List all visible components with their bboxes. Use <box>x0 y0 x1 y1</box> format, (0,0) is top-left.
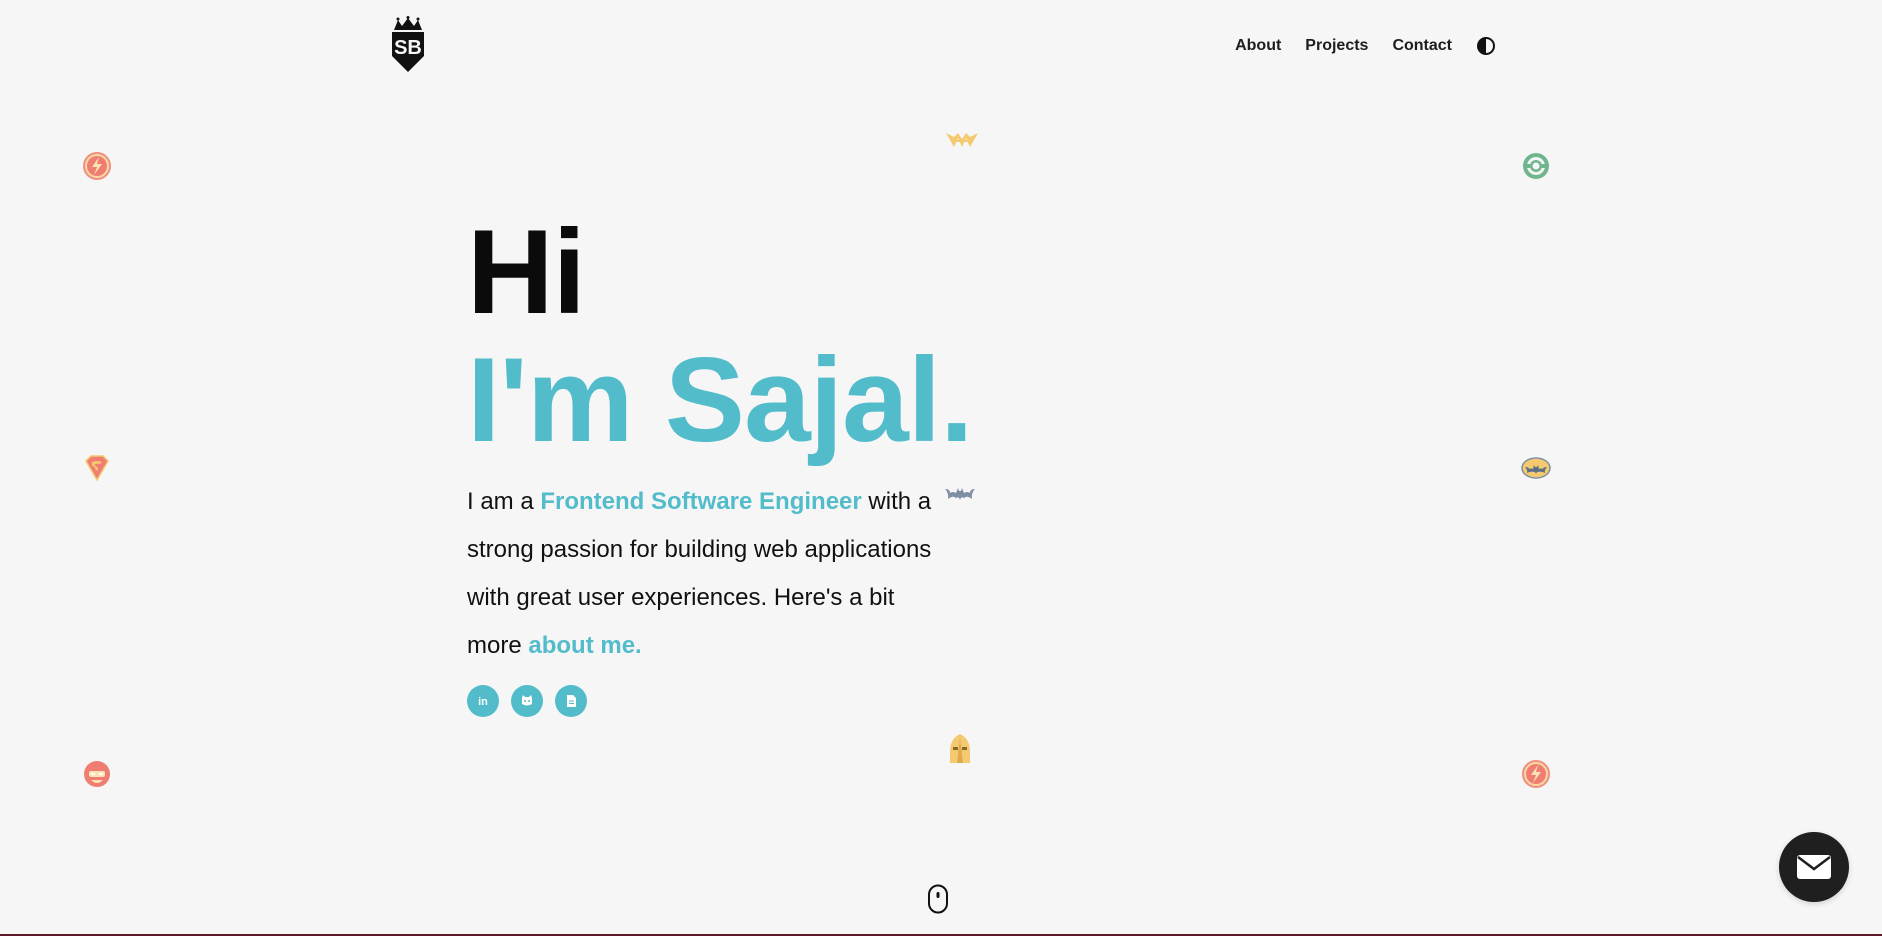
intro-prefix: I am a <box>467 488 541 515</box>
sb-logo[interactable]: SB <box>386 16 430 74</box>
theme-toggle-icon[interactable] <box>1476 36 1496 56</box>
svg-text:in: in <box>478 696 488 708</box>
flash-logo-icon <box>1522 760 1550 788</box>
greeting-heading: Hi <box>467 205 586 339</box>
batman-bat-icon <box>945 488 975 500</box>
intro-role-highlight: Frontend Software Engineer <box>540 488 862 515</box>
about-me-link[interactable]: about me. <box>528 632 641 659</box>
nav-projects[interactable]: Projects <box>1305 37 1368 55</box>
green-lantern-logo-icon <box>1523 153 1549 179</box>
main-nav: About Projects Contact <box>1235 36 1496 56</box>
linkedin-button[interactable]: in <box>467 685 499 717</box>
flash-logo-icon <box>83 152 111 180</box>
wonder-woman-logo-icon <box>946 133 978 147</box>
hero-section: Hi I'm Sajal. I am a Frontend Software E… <box>467 208 1027 694</box>
resume-document-icon <box>567 695 576 707</box>
mouse-scroll-icon[interactable] <box>927 884 949 914</box>
mail-envelope-icon <box>1797 855 1831 879</box>
github-icon <box>522 695 532 706</box>
linkedin-icon: in <box>478 696 488 708</box>
flash-helmet-icon <box>84 761 110 787</box>
nav-about[interactable]: About <box>1235 37 1281 55</box>
dr-fate-helmet-icon <box>950 734 970 763</box>
social-links: in <box>467 685 587 717</box>
resume-button[interactable] <box>555 685 587 717</box>
batman-logo-icon <box>1521 457 1551 479</box>
github-button[interactable] <box>511 685 543 717</box>
intro-paragraph: I am a Frontend Software Engineer with a… <box>467 478 937 670</box>
nav-contact[interactable]: Contact <box>1392 37 1452 55</box>
svg-text:SB: SB <box>394 37 422 59</box>
superman-logo-icon <box>85 455 109 482</box>
name-heading: I'm Sajal. <box>467 333 973 467</box>
contact-mail-button[interactable] <box>1779 832 1849 902</box>
